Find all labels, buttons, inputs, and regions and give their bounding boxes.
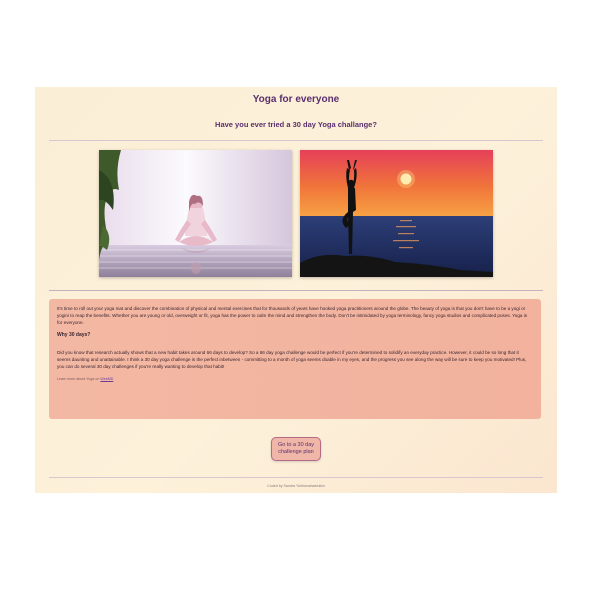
source-link[interactable]: WebMD [100,377,113,381]
meditation-photo-icon [99,150,292,277]
button-line-2: challenge plan [278,449,314,455]
sunset-yoga-photo [300,150,493,277]
body-paragraph: Did you know that research actually show… [57,350,527,369]
divider [49,290,543,291]
info-card: It's time to roll out your yoga mat and … [49,299,541,419]
footer-credit: Coded by Sandra Yufeiwoahaeiulkin [267,484,325,488]
page-subtitle: Have you ever tried a 30 day Yoga challa… [215,120,377,129]
meditation-photo [99,150,292,277]
divider [49,477,543,478]
source-prefix: Learn more about Yoga on [57,377,100,381]
source-note: Learn more about Yoga on WebMD [57,376,533,383]
divider [49,140,543,141]
section-heading: Why 30 days? [57,332,91,338]
tree-pose-sunset-photo-icon [300,150,493,277]
page-container: Yoga for everyone Have you ever tried a … [35,87,557,493]
page-title: Yoga for everyone [252,94,340,105]
button-line-1: Go to a 30 day [277,442,315,448]
challenge-plan-button[interactable]: Go to a 30 day challenge plan [271,437,321,461]
intro-paragraph: It's time to roll out your yoga mat and … [57,306,528,325]
